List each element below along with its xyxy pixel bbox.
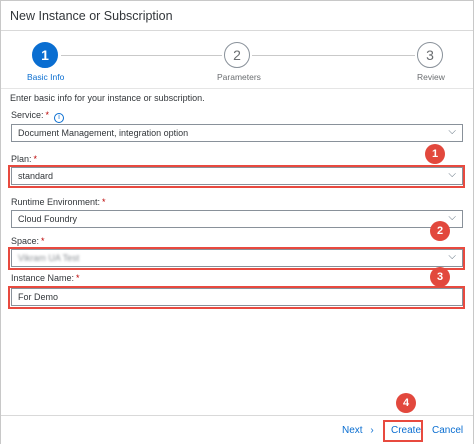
required-marker: * <box>45 110 50 120</box>
highlight-instance-name <box>8 286 465 309</box>
chevron-down-icon: ⌵ <box>448 126 456 137</box>
dialog-header: New Instance or Subscription <box>1 1 473 31</box>
wizard-step-3-label: Review <box>417 72 445 82</box>
runtime-value: Cloud Foundry <box>18 214 78 224</box>
wizard-progress: 1 Basic Info 2 Parameters 3 Review <box>1 31 473 89</box>
new-instance-dialog: New Instance or Subscription 1 Basic Inf… <box>0 0 474 444</box>
annotation-badge-4: 4 <box>396 393 416 413</box>
cancel-button[interactable]: Cancel <box>432 425 463 436</box>
wizard-connector <box>252 55 415 56</box>
wizard-step-3[interactable]: 3 <box>417 42 443 68</box>
instance-name-label: Instance Name: * <box>11 273 80 283</box>
wizard-step-2-label: Parameters <box>217 72 261 82</box>
wizard-step-2[interactable]: 2 <box>224 42 250 68</box>
space-label: Space: * <box>11 236 45 246</box>
annotation-badge-2: 2 <box>430 221 450 241</box>
form-intro-text: Enter basic info for your instance or su… <box>10 93 205 103</box>
annotation-badge-3: 3 <box>430 267 450 287</box>
chevron-right-icon: › <box>370 425 374 436</box>
service-value: Document Management, integration option <box>18 128 189 138</box>
runtime-select[interactable]: Cloud Foundry ⌵ <box>11 210 463 228</box>
wizard-step-1-label: Basic Info <box>27 72 65 82</box>
service-select[interactable]: Document Management, integration option … <box>11 124 463 142</box>
wizard-step-1[interactable]: 1 <box>32 42 58 68</box>
wizard-connector <box>61 55 222 56</box>
runtime-label: Runtime Environment: * <box>11 197 106 207</box>
highlight-plan <box>8 165 465 188</box>
plan-label: Plan: * <box>11 154 38 164</box>
info-icon[interactable]: i <box>54 113 65 123</box>
dialog-title: New Instance or Subscription <box>10 9 173 23</box>
highlight-create <box>383 420 423 442</box>
required-marker: * <box>33 154 38 164</box>
required-marker: * <box>102 197 106 207</box>
highlight-space <box>8 247 465 270</box>
annotation-badge-1: 1 <box>425 144 445 164</box>
service-label: Service: * i <box>11 110 65 123</box>
required-marker: * <box>41 236 45 246</box>
next-button[interactable]: Next › <box>342 425 374 436</box>
required-marker: * <box>76 273 80 283</box>
chevron-down-icon: ⌵ <box>448 212 456 223</box>
